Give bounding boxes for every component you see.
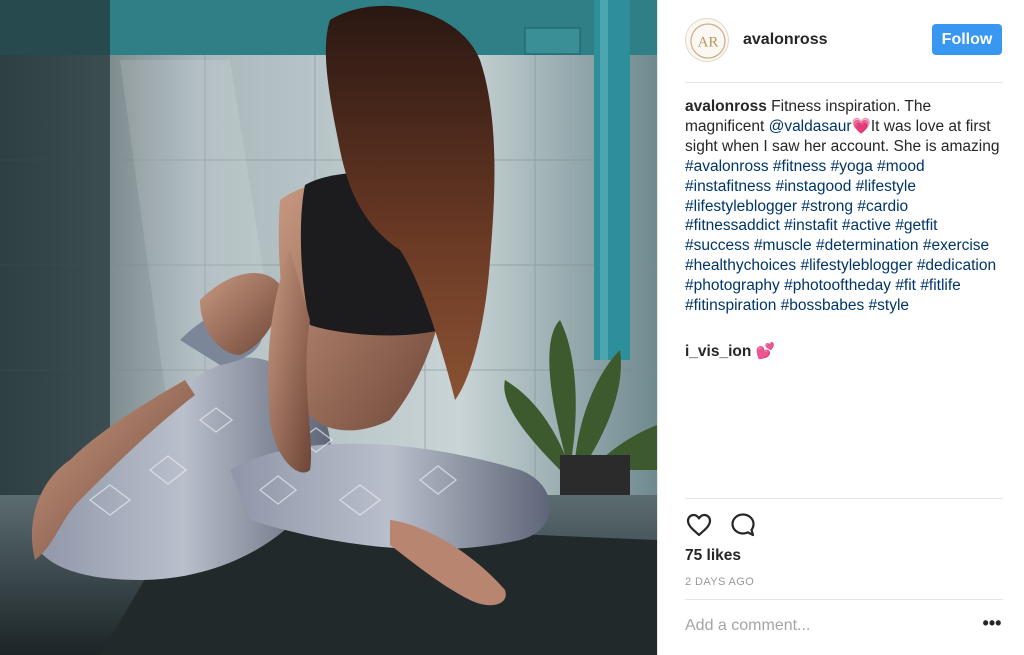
ellipsis-icon[interactable]: ••• — [981, 614, 1003, 636]
hashtag-link[interactable]: #cardio — [857, 198, 908, 215]
hashtag-link[interactable]: #mood — [877, 158, 924, 175]
hashtag-link[interactable]: #active — [842, 217, 891, 234]
header-username-link[interactable]: avalonross — [743, 31, 827, 49]
caption-author-link[interactable]: avalonross — [685, 98, 767, 115]
like-count[interactable]: 75 likes — [685, 547, 741, 565]
hashtag-link[interactable]: #style — [869, 297, 910, 314]
hashtag-link[interactable]: #instagood — [775, 178, 851, 195]
hashtag-link[interactable]: #lifestyleblogger — [800, 257, 912, 274]
post-header: AR avalonross Follow — [658, 0, 1024, 82]
hashtag-link[interactable]: #healthychoices — [685, 257, 796, 274]
header-divider — [685, 82, 1003, 83]
hashtag-link[interactable]: #avalonross — [685, 158, 769, 175]
hashtag-link[interactable]: #photography — [685, 277, 780, 294]
hashtag-link[interactable]: #fitinspiration — [685, 297, 776, 314]
instagram-post: AR avalonross Follow avalonross Fitness … — [0, 0, 1024, 655]
post-caption: avalonross Fitness inspiration. The magn… — [685, 97, 1000, 316]
hashtag-link[interactable]: #getfit — [895, 217, 937, 234]
comment-author-link[interactable]: i_vis_ion — [685, 343, 751, 360]
actions-divider — [685, 498, 1003, 499]
hashtag-link[interactable]: #instafitness — [685, 178, 771, 195]
avatar[interactable]: AR — [685, 18, 729, 62]
hashtag-link[interactable]: #yoga — [831, 158, 873, 175]
add-comment-input[interactable] — [685, 614, 965, 638]
speech-bubble-icon[interactable] — [729, 511, 757, 539]
hashtag-link[interactable]: #fit — [895, 277, 916, 294]
hashtag-link[interactable]: #strong — [801, 198, 853, 215]
hashtag-link[interactable]: #exercise — [923, 237, 989, 254]
two-hearts-emoji: 💕 — [755, 343, 775, 360]
heart-outline-icon[interactable] — [685, 511, 713, 539]
hashtag-link[interactable]: #photooftheday — [784, 277, 891, 294]
mention-link[interactable]: @valdasaur — [769, 118, 852, 135]
yoga-pose-photo — [0, 0, 657, 655]
comment: i_vis_ion 💕 — [685, 342, 1000, 362]
hashtag-link[interactable]: #fitnessaddict — [685, 217, 780, 234]
post-timestamp[interactable]: 2 DAYS AGO — [685, 576, 754, 588]
hashtag-link[interactable]: #determination — [816, 237, 919, 254]
hashtag-link[interactable]: #muscle — [754, 237, 812, 254]
hashtag-link[interactable]: #dedication — [917, 257, 996, 274]
post-details-panel: AR avalonross Follow avalonross Fitness … — [657, 0, 1024, 655]
pink-heart-emoji: 💗 — [851, 117, 871, 135]
post-photo[interactable] — [0, 0, 657, 655]
hashtag-link[interactable]: #instafit — [784, 217, 837, 234]
comment-divider — [685, 599, 1003, 600]
hashtag-link[interactable]: #lifestyle — [856, 178, 916, 195]
hashtag-link[interactable]: #success — [685, 237, 750, 254]
hashtag-list: #avalonross #fitness #yoga #mood #instaf… — [685, 158, 996, 314]
hashtag-link[interactable]: #fitlife — [920, 277, 961, 294]
hashtag-link[interactable]: #lifestyleblogger — [685, 198, 797, 215]
hashtag-link[interactable]: #fitness — [773, 158, 826, 175]
hashtag-link[interactable]: #bossbabes — [781, 297, 865, 314]
follow-button[interactable]: Follow — [932, 24, 1002, 55]
svg-text:AR: AR — [698, 35, 719, 51]
post-actions — [685, 511, 757, 539]
avatar-monogram-logo: AR — [690, 23, 726, 59]
